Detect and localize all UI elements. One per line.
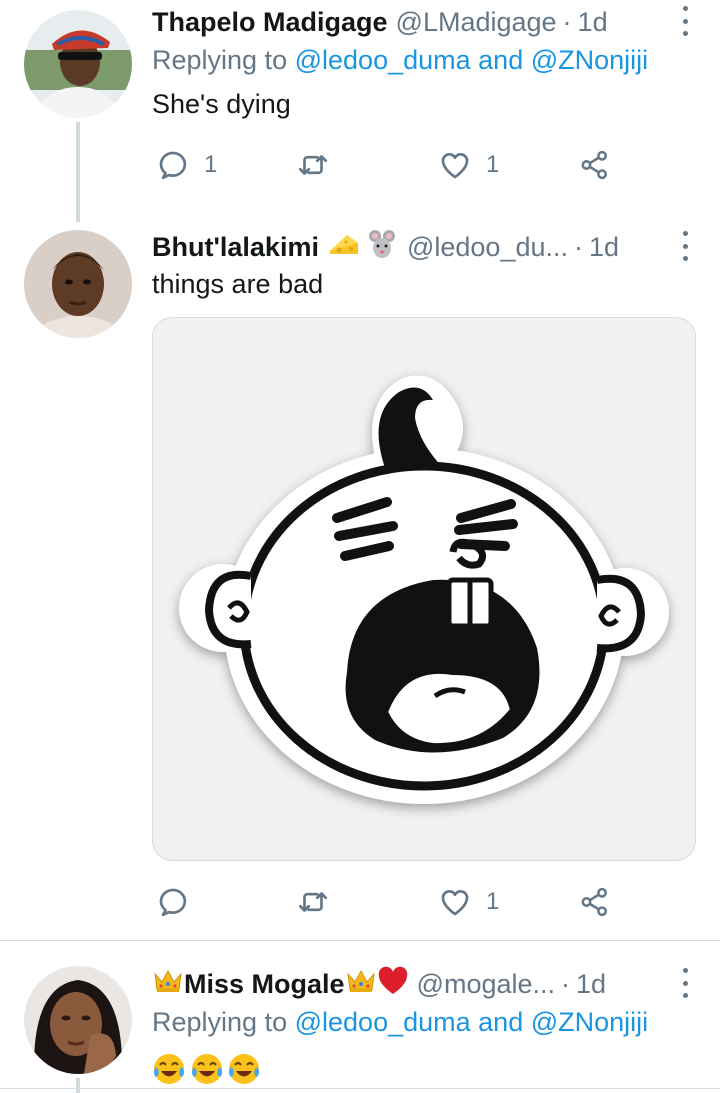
share-icon bbox=[581, 150, 608, 180]
tears-of-joy-emoji bbox=[229, 1054, 260, 1084]
separator-dot: · bbox=[562, 6, 572, 37]
share-icon bbox=[581, 887, 608, 917]
heart-icon bbox=[441, 890, 469, 916]
thread-line bbox=[76, 122, 80, 222]
reply-icon bbox=[159, 151, 187, 180]
avatar[interactable] bbox=[24, 10, 132, 118]
timestamp[interactable]: 1d bbox=[578, 7, 608, 38]
author-name[interactable]: Thapelo Madigage bbox=[152, 7, 388, 38]
retweet-button[interactable] bbox=[296, 882, 344, 922]
tweet-miss-mogale[interactable]: Miss Mogale @mogale... · 1d Replying to … bbox=[0, 962, 720, 1093]
timestamp[interactable]: 1d bbox=[589, 232, 619, 263]
red-heart-emoji bbox=[377, 966, 409, 1003]
tweet-text bbox=[152, 1052, 261, 1088]
reply-count: 1 bbox=[204, 151, 218, 178]
retweet-icon bbox=[298, 155, 328, 175]
replying-to: Replying to @ledoo_duma and @ZNonjiji bbox=[152, 45, 648, 76]
separator-dot: · bbox=[574, 231, 583, 262]
separator-dot: · bbox=[561, 968, 571, 999]
more-options-icon[interactable] bbox=[680, 231, 690, 261]
mention-and[interactable]: and bbox=[478, 45, 523, 75]
mention-link[interactable]: @ledoo_duma bbox=[295, 45, 471, 75]
replying-to: Replying to @ledoo_duma and @ZNonjiji bbox=[152, 1007, 648, 1038]
heart-icon bbox=[441, 153, 469, 179]
author-handle[interactable]: @mogale... bbox=[417, 969, 555, 1000]
tweet-thapelo[interactable]: Thapelo Madigage @LMadigage · 1d Replyin… bbox=[0, 0, 720, 222]
timestamp[interactable]: 1d bbox=[576, 969, 606, 1000]
tweet-bhutlalakimi[interactable]: Bhut'lalakimi @ledoo_du... · 1d things a… bbox=[0, 225, 720, 940]
avatar[interactable] bbox=[24, 230, 132, 338]
tweet-actions: 1 bbox=[152, 882, 632, 922]
crown-emoji bbox=[345, 966, 377, 1003]
avatar[interactable] bbox=[24, 966, 132, 1074]
tweet-media-image[interactable] bbox=[152, 317, 696, 861]
mention-link[interactable]: @ledoo_duma bbox=[295, 1007, 471, 1037]
mouse-emoji bbox=[365, 227, 399, 268]
crying-baby-face-sticker bbox=[179, 375, 669, 804]
author-handle[interactable]: @LMadigage bbox=[396, 7, 557, 38]
like-button[interactable]: 1 bbox=[438, 882, 499, 922]
retweet-button[interactable] bbox=[296, 145, 344, 185]
share-button[interactable] bbox=[578, 882, 612, 922]
mention-link[interactable]: @ZNonjiji bbox=[531, 1007, 648, 1037]
cheese-emoji bbox=[327, 227, 361, 268]
tears-of-joy-emoji bbox=[191, 1054, 222, 1084]
tweet-actions: 1 1 bbox=[152, 145, 632, 185]
mention-link[interactable]: @ZNonjiji bbox=[531, 45, 648, 75]
tweet-divider bbox=[0, 940, 720, 941]
more-options-icon[interactable] bbox=[680, 968, 690, 998]
replying-to-label: Replying to bbox=[152, 1007, 288, 1037]
crown-emoji bbox=[152, 966, 184, 1003]
reply-button[interactable]: 1 bbox=[156, 145, 217, 185]
tweet-text: She's dying bbox=[152, 89, 291, 119]
like-count: 1 bbox=[486, 151, 500, 178]
author-name[interactable]: Miss Mogale bbox=[184, 969, 345, 1000]
author-name[interactable]: Bhut'lalakimi bbox=[152, 232, 319, 263]
thread-line bbox=[76, 1078, 80, 1093]
replying-to-label: Replying to bbox=[152, 45, 288, 75]
mention-and[interactable]: and bbox=[478, 1007, 523, 1037]
author-handle[interactable]: @ledoo_du... bbox=[407, 232, 568, 263]
like-count: 1 bbox=[486, 888, 500, 915]
tweet-text: things are bad bbox=[152, 269, 324, 299]
like-button[interactable]: 1 bbox=[438, 145, 499, 185]
reply-icon bbox=[159, 888, 187, 917]
more-options-icon[interactable] bbox=[680, 6, 690, 36]
reply-button[interactable] bbox=[156, 882, 204, 922]
tweet-divider bbox=[0, 1088, 720, 1089]
tears-of-joy-emoji bbox=[154, 1054, 184, 1084]
share-button[interactable] bbox=[578, 145, 612, 185]
retweet-icon bbox=[298, 892, 328, 912]
